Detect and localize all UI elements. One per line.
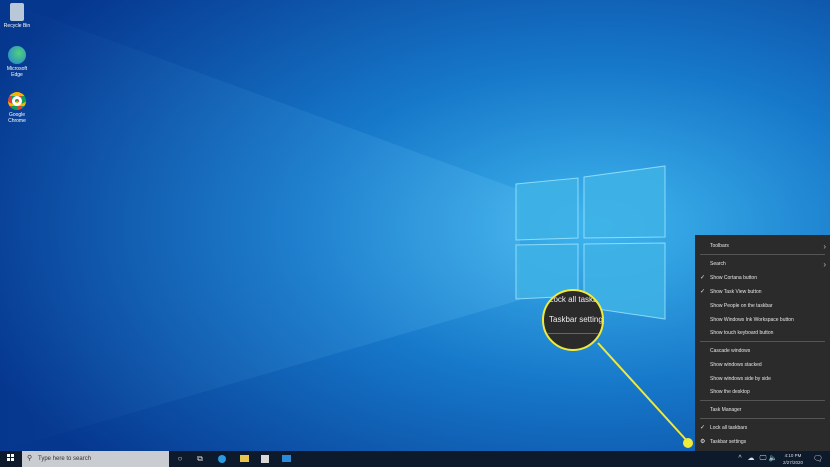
edge-icon — [218, 454, 226, 463]
desktop-icon-edge[interactable]: Microsoft Edge — [2, 46, 32, 78]
taskbar-context-menu: Toolbars › Search › ✓ Show Cortana button ✓ Sho… — [695, 235, 830, 452]
menu-item-label: Show windows side by side — [710, 376, 771, 382]
checkmark-icon: ✓ — [700, 275, 706, 281]
mail-icon — [281, 455, 291, 463]
menu-item-label: Toolbars — [710, 243, 729, 249]
chrome-icon — [8, 92, 26, 110]
menu-divider — [700, 341, 825, 342]
menu-item-show-cortana-button[interactable]: ✓ Show Cortana button — [695, 272, 830, 285]
menu-item-search[interactable]: Search › — [695, 258, 830, 271]
menu-divider — [700, 400, 825, 401]
menu-item-show-windows-side-by-side[interactable]: Show windows side by side — [695, 373, 830, 386]
action-center-button[interactable]: 🗨 — [808, 451, 828, 467]
folder-icon — [239, 455, 249, 463]
menu-item-label: Taskbar settings — [710, 439, 747, 445]
callout-lock-text: Lock all taskbars — [549, 295, 604, 304]
menu-item-toolbars[interactable]: Toolbars › — [695, 240, 830, 253]
menu-divider — [700, 418, 825, 419]
start-button[interactable] — [0, 451, 20, 467]
search-icon: ⚲ — [27, 455, 33, 462]
chevron-right-icon: › — [823, 242, 826, 251]
callout-magnifier: Lock all taskbars Taskbar settings — [542, 289, 604, 351]
menu-item-lock-all-taskbars[interactable]: ✓ Lock all taskbars — [695, 422, 830, 435]
clock[interactable]: 4:10 PM 2/27/2020 — [778, 452, 808, 466]
notification-icon: 🗨 — [812, 454, 824, 463]
taskbar: ⚲ Type here to search ○ ⧉ ^ ☁ 🖵 🔈 4:10 P… — [0, 451, 830, 467]
edge-taskbar-button[interactable] — [212, 451, 232, 467]
menu-item-show-people-on-the-taskbar[interactable]: Show People on the taskbar — [695, 300, 830, 313]
menu-item-label: Show the desktop — [710, 389, 750, 395]
task-view-button[interactable]: ⧉ — [190, 451, 210, 467]
chevron-right-icon: › — [823, 260, 826, 269]
cortana-icon: ○ — [177, 454, 183, 463]
recycle-bin-icon — [10, 3, 24, 21]
menu-item-show-touch-keyboard-button[interactable]: Show touch keyboard button — [695, 327, 830, 340]
menu-item-label: Lock all taskbars — [710, 425, 748, 431]
chevron-up-icon: ^ — [738, 455, 742, 462]
windows-icon — [6, 454, 14, 461]
menu-item-cascade-windows[interactable]: Cascade windows — [695, 345, 830, 358]
mail-button[interactable] — [276, 451, 296, 467]
menu-item-show-windows-ink-workspace-button[interactable]: Show Windows Ink Workspace button — [695, 314, 830, 327]
cortana-button[interactable]: ○ — [170, 451, 190, 467]
task-view-icon: ⧉ — [197, 454, 203, 463]
search-box[interactable]: ⚲ Type here to search — [22, 451, 169, 467]
file-explorer-button[interactable] — [234, 451, 254, 467]
gear-icon: ⚙ — [700, 439, 706, 445]
menu-item-label: Cascade windows — [710, 348, 751, 354]
menu-item-show-windows-stacked[interactable]: Show windows stacked — [695, 359, 830, 372]
menu-item-task-manager[interactable]: Task Manager — [695, 404, 830, 417]
menu-item-label: Task Manager — [710, 407, 742, 413]
menu-item-label: Show People on the taskbar — [710, 303, 773, 309]
menu-item-label: Show Cortana button — [710, 275, 757, 281]
volume-icon[interactable]: 🔈 — [768, 451, 778, 467]
callout-dot — [683, 438, 693, 448]
menu-item-label: Search — [710, 261, 726, 267]
menu-item-label: Show windows stacked — [710, 362, 762, 368]
menu-item-taskbar-settings[interactable]: ⚙ Taskbar settings — [695, 436, 830, 449]
callout-settings-text: Taskbar settings — [549, 315, 604, 324]
menu-item-label: Show Windows Ink Workspace button — [710, 317, 794, 323]
menu-item-label: Show touch keyboard button — [710, 330, 774, 336]
edge-icon — [8, 46, 26, 64]
menu-item-show-the-desktop[interactable]: Show the desktop — [695, 386, 830, 399]
onedrive-icon[interactable]: ☁ — [745, 451, 757, 467]
checkmark-icon: ✓ — [700, 289, 706, 295]
checkmark-icon: ✓ — [700, 425, 706, 431]
menu-item-show-task-view-button[interactable]: ✓ Show Task View button — [695, 286, 830, 299]
store-button[interactable] — [255, 451, 275, 467]
store-icon — [261, 454, 269, 463]
menu-divider — [700, 254, 825, 255]
menu-item-label: Show Task View button — [710, 289, 762, 295]
desktop-icon-chrome[interactable]: Google Chrome — [2, 92, 32, 124]
desktop-icon-recycle-bin[interactable]: Recycle Bin — [2, 3, 32, 29]
